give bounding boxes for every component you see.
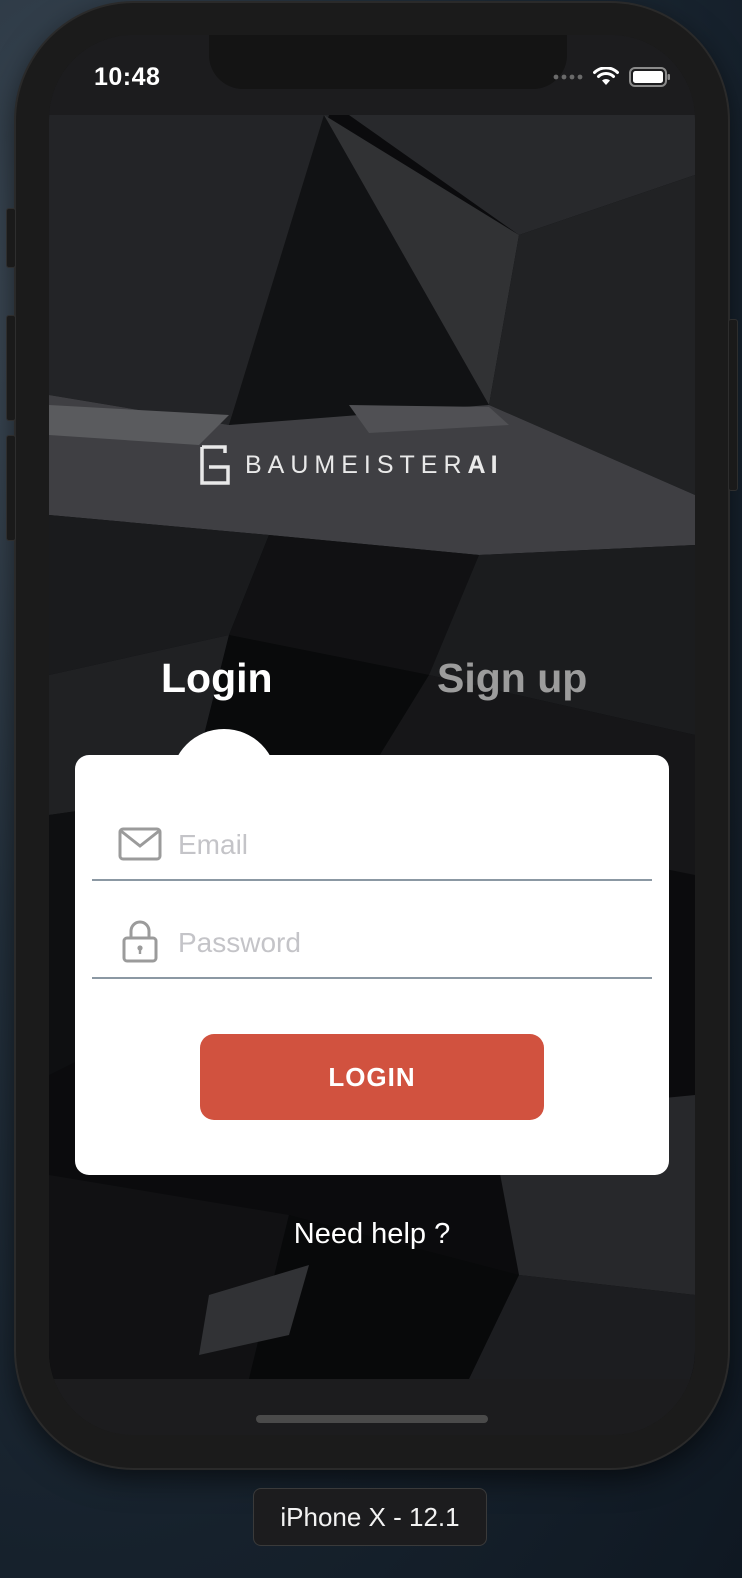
login-button[interactable]: LOGIN	[200, 1034, 544, 1120]
volume-down-button	[6, 435, 16, 541]
need-help-link[interactable]: Need help ?	[49, 1218, 695, 1251]
home-indicator[interactable]	[256, 1415, 488, 1423]
status-bar: 10:48	[49, 35, 695, 115]
volume-up-button	[6, 315, 16, 421]
brand-name-light: BAUMEISTER	[245, 450, 468, 479]
app-screen: 10:48 BAUMEISTERAI Login Sign up Email L…	[49, 35, 695, 1435]
brand-name: BAUMEISTERAI	[245, 451, 503, 480]
wifi-icon	[593, 67, 619, 85]
background-image	[49, 115, 695, 1379]
password-input[interactable]	[178, 919, 638, 967]
login-screen: BAUMEISTERAI Login Sign up Email LOGIN N…	[49, 115, 695, 1379]
envelope-icon	[118, 827, 162, 861]
email-field	[92, 811, 652, 881]
login-card: LOGIN	[75, 755, 669, 1175]
notch	[209, 35, 567, 89]
logo-mark-icon	[200, 445, 230, 485]
tab-signup[interactable]: Sign up	[437, 655, 587, 702]
simulator-device-label: iPhone X - 12.1	[253, 1488, 487, 1546]
brand-logo: BAUMEISTERAI	[199, 445, 503, 485]
cellular-signal-icon	[553, 74, 583, 80]
lock-icon	[122, 920, 158, 963]
password-field	[92, 909, 652, 979]
brand-name-bold: AI	[467, 450, 503, 479]
home-indicator-area	[49, 1379, 695, 1435]
status-time: 10:48	[94, 63, 161, 91]
email-input[interactable]	[178, 821, 638, 869]
status-icons	[553, 65, 671, 89]
battery-icon	[629, 67, 670, 87]
mute-switch	[6, 208, 16, 268]
device-frame: 10:48 BAUMEISTERAI Login Sign up Email L…	[6, 3, 738, 1468]
tab-login[interactable]: Login	[161, 655, 273, 702]
power-button	[728, 319, 738, 491]
